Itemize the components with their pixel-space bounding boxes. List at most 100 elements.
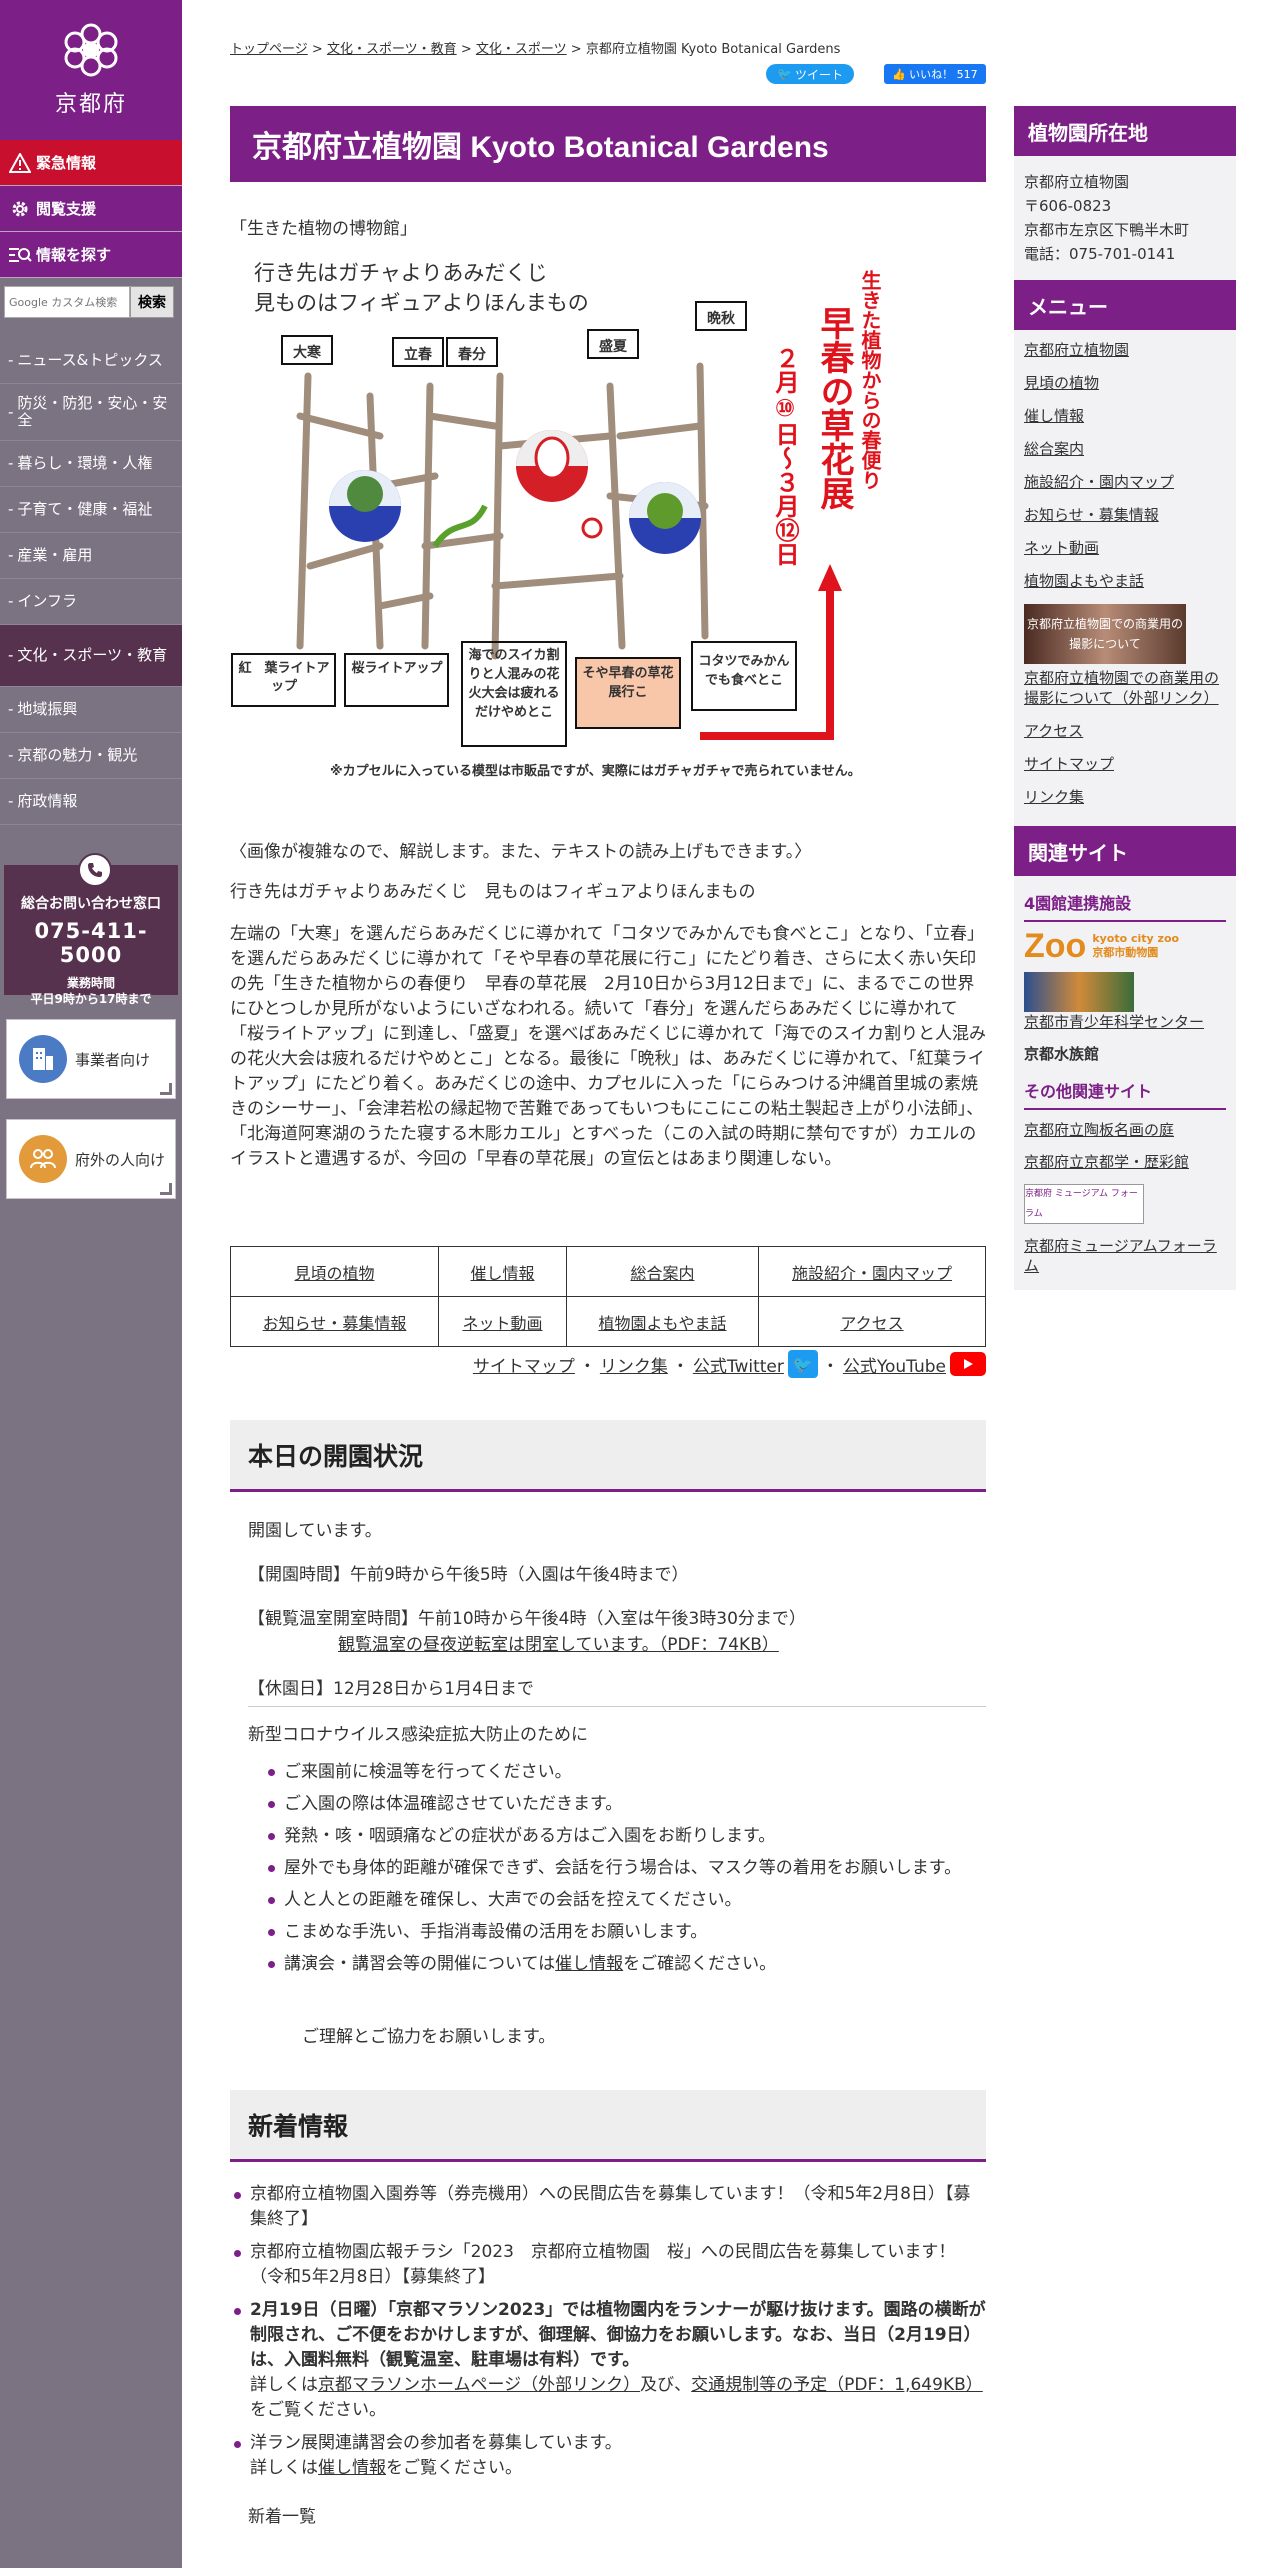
- location-heading: 植物園所在地: [1014, 106, 1236, 156]
- nav-item-disaster[interactable]: - 防災・防犯・安心・安全: [0, 384, 182, 441]
- nav-item-infra[interactable]: - インフラ: [0, 579, 182, 625]
- left-sidebar: 京都府 緊急情報 閲覧支援 情報を探す 検索 -ニュース&トピックス -防災・防…: [0, 0, 182, 2568]
- link-events[interactable]: 催し情報: [470, 1264, 534, 1283]
- list-item: ご来園前に検温等を行ってください。: [264, 1760, 964, 1784]
- youtube-link[interactable]: 公式YouTube: [843, 1352, 946, 1377]
- menu-item[interactable]: お知らせ・募集情報: [1024, 506, 1159, 524]
- contact-hours-label: 業務時間: [66, 976, 115, 990]
- menu-item[interactable]: 見頃の植物: [1024, 374, 1099, 392]
- menu-item[interactable]: アクセス: [1024, 722, 1083, 740]
- menu-item[interactable]: ネット動画: [1024, 539, 1099, 557]
- list-item[interactable]: 京都府立植物園入園券等（券売機用）への民間広告を募集しています！（令和5年2月8…: [230, 2182, 986, 2232]
- nav-item-government[interactable]: - 府政情報: [0, 779, 182, 825]
- nav-item-regional[interactable]: - 地域振興: [0, 687, 182, 733]
- menu-item[interactable]: 植物園よもやま話: [1024, 572, 1144, 590]
- list-item[interactable]: 京都府立植物園広報チラシ「2023 京都府立植物園 桜」への民間広告を募集してい…: [230, 2240, 986, 2290]
- events-link[interactable]: 催し情報: [555, 1954, 623, 1974]
- nav-item-childcare[interactable]: - 子育て・健康・福祉: [0, 487, 182, 533]
- link-general-info[interactable]: 総合案内: [630, 1264, 694, 1283]
- tweet-button[interactable]: 🐦 ツイート: [766, 64, 854, 84]
- list-item: ご入園の際は体温確認させていただきます。: [264, 1792, 964, 1816]
- menu-item[interactable]: 京都府立植物園: [1024, 341, 1129, 359]
- label-daikan: 大寒: [293, 345, 321, 361]
- warning-icon: [6, 151, 34, 175]
- other-site-link[interactable]: 京都府立陶板名画の庭: [1024, 1121, 1174, 1139]
- search-input[interactable]: [4, 286, 130, 318]
- nav-item-label: 文化・スポーツ・教育: [17, 646, 168, 664]
- aquarium-link[interactable]: 京都水族館: [1014, 1044, 1236, 1064]
- closed-days: 【休園日】12月28日から1月4日まで: [248, 1679, 534, 1699]
- menu-item[interactable]: サイトマップ: [1024, 755, 1114, 773]
- nav-item-label: 京都の魅力・観光: [17, 746, 138, 764]
- like-button[interactable]: 👍 いいね！ 517: [884, 64, 986, 84]
- contact-phone[interactable]: 075-411-5000: [6, 919, 176, 967]
- filming-banner[interactable]: 京都府立植物園での商業用の撮影について: [1024, 604, 1186, 664]
- menu-item[interactable]: 施設紹介・園内マップ: [1024, 473, 1174, 491]
- greenhouse-pdf-link[interactable]: 観覧温室の昼夜逆転室は閉室しています。（PDF：74KB）: [338, 1635, 779, 1655]
- business-button[interactable]: 事業者向け: [6, 1019, 176, 1099]
- kyoto-logo[interactable]: 京都府: [0, 0, 182, 140]
- search-list-icon: [6, 243, 34, 267]
- link-notices[interactable]: お知らせ・募集情報: [263, 1314, 407, 1333]
- breadcrumb-culture[interactable]: 文化・スポーツ: [476, 42, 567, 57]
- explain-note: 〈画像が複雑なので、解説します。また、テキストの読み上げもできます。〉: [230, 842, 812, 862]
- page-title: 京都府立植物園 Kyoto Botanical Gardens: [230, 106, 986, 182]
- nav-item-tourism[interactable]: - 京都の魅力・観光: [0, 733, 182, 779]
- links-page-link[interactable]: リンク集: [600, 1352, 668, 1377]
- emergency-button[interactable]: 緊急情報: [0, 140, 182, 186]
- twitter-icon[interactable]: 🐦: [787, 1350, 818, 1378]
- nav-item-industry[interactable]: - 産業・雇用: [0, 533, 182, 579]
- breadcrumb-culture-edu[interactable]: 文化・スポーツ・教育: [327, 42, 457, 57]
- category-nav: - ニュース&トピックス - 防災・防犯・安心・安全 - 暮らし・環境・人権 - 子育て…: [0, 338, 182, 825]
- thanks-text: ご理解とご協力をお願いします。: [302, 2027, 556, 2047]
- covid-measures-list: ご来園前に検温等を行ってください。 ご入園の際は体温確認させていただきます。 発…: [264, 1760, 964, 1984]
- menu-item[interactable]: リンク集: [1024, 788, 1084, 806]
- link-videos[interactable]: ネット動画: [462, 1314, 542, 1333]
- twitter-link[interactable]: 公式Twitter: [693, 1352, 784, 1377]
- nav-item-label: 産業・雇用: [17, 546, 93, 564]
- emergency-label: 緊急情報: [36, 154, 97, 172]
- contact-box: 総合お問い合わせ窓口 075-411-5000 業務時間 平日9時から17時まで: [4, 853, 178, 1006]
- link-facility-map[interactable]: 施設紹介・園内マップ: [792, 1264, 952, 1283]
- traffic-pdf-link[interactable]: 交通規制等の予定（PDF：1,649KB）: [691, 2375, 983, 2395]
- youtube-icon[interactable]: [950, 1352, 986, 1376]
- quick-links-table: 見頃の植物 催し情報 総合案内 施設紹介・園内マップ お知らせ・募集情報 ネット…: [230, 1246, 986, 1347]
- news-archive-link[interactable]: 新着一覧: [248, 2507, 316, 2527]
- breadcrumb-top[interactable]: トップページ: [230, 42, 308, 57]
- outside-visitors-button[interactable]: 府外の人向け: [6, 1119, 176, 1199]
- events-link[interactable]: 催し情報: [318, 2458, 386, 2478]
- poster-vertical-c: ２月⑩日～３月⑫日: [771, 346, 799, 566]
- museum-forum-link[interactable]: 京都府ミュージアムフォーラム: [1024, 1237, 1217, 1275]
- nav-item-culture[interactable]: - 文化・スポーツ・教育: [0, 625, 182, 687]
- share-buttons: 🐦 ツイート 👍 いいね！ 517: [766, 64, 986, 84]
- poster-headline: 行き先はガチャよりあみだくじ 見ものはフィギュアよりほんまもの: [254, 261, 589, 315]
- search-button[interactable]: 検索: [130, 286, 174, 318]
- nav-item-label: 地域振興: [17, 700, 78, 718]
- youth-science-link[interactable]: 京都市青少年科学センター: [1024, 1013, 1204, 1031]
- menu-item[interactable]: 催し情報: [1024, 407, 1084, 425]
- accessibility-button[interactable]: 閲覧支援: [0, 186, 182, 232]
- nav-item-label: ニュース&トピックス: [17, 351, 163, 369]
- news-list: 京都府立植物園入園券等（券売機用）への民間広告を募集しています！（令和5年2月8…: [230, 2182, 986, 2489]
- science-center-banner[interactable]: [1024, 972, 1134, 1012]
- museum-forum-banner[interactable]: 京都府 ミュージアム フォーラム: [1024, 1184, 1144, 1224]
- filming-link[interactable]: 京都府立植物園での商業用の撮影について（外部リンク）: [1024, 669, 1219, 707]
- menu-item[interactable]: 総合案内: [1024, 440, 1084, 458]
- breadcrumb: トップページ > 文化・スポーツ・教育 > 文化・スポーツ > 京都府立植物園 …: [230, 42, 841, 57]
- find-info-button[interactable]: 情報を探す: [0, 232, 182, 278]
- side-menu: 京都府立植物園 見頃の植物 催し情報 総合案内 施設紹介・園内マップ お知らせ・…: [1014, 330, 1236, 826]
- explain-line: 行き先はガチャよりあみだくじ 見ものはフィギュアよりほんまもの: [230, 882, 756, 902]
- opening-hours: 【開園時間】午前9時から午後5時（入園は午後4時まで）: [248, 1565, 689, 1585]
- link-stories[interactable]: 植物園よもやま話: [598, 1314, 726, 1333]
- nav-item-living[interactable]: - 暮らし・環境・人権: [0, 441, 182, 487]
- exhibition-poster: 行き先はガチャよりあみだくじ 見ものはフィギュアよりほんまもの 大寒 立春 春分…: [230, 246, 986, 786]
- other-site-link[interactable]: 京都府立京都学・歴彩館: [1024, 1153, 1189, 1171]
- zoo-banner[interactable]: Zoo kyoto city zoo 京都市動物園: [1014, 929, 1236, 963]
- find-info-label: 情報を探す: [36, 246, 112, 264]
- marathon-link[interactable]: 京都マラソンホームページ（外部リンク）: [318, 2375, 640, 2395]
- nav-item-label: 府政情報: [17, 792, 78, 810]
- link-access[interactable]: アクセス: [840, 1314, 903, 1333]
- sitemap-link[interactable]: サイトマップ: [473, 1352, 575, 1377]
- link-plants-in-bloom[interactable]: 見頃の植物: [294, 1264, 374, 1283]
- nav-item-news[interactable]: - ニュース&トピックス: [0, 338, 182, 384]
